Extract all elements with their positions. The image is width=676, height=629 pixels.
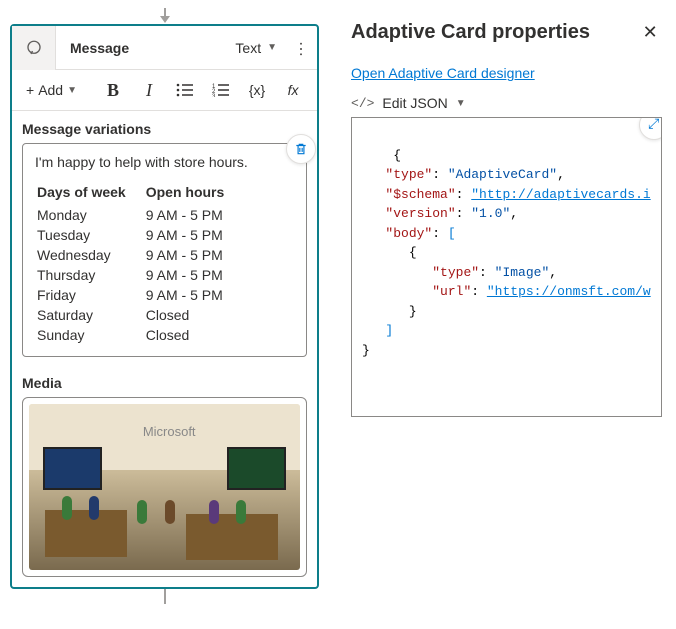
chevron-down-icon: ▼ xyxy=(267,42,277,53)
trash-icon xyxy=(294,142,308,156)
expand-button[interactable]: ⤢ xyxy=(639,117,662,140)
table-row: Tuesday9 AM - 5 PM xyxy=(37,226,242,244)
close-icon: ✕ xyxy=(643,22,658,42)
add-button[interactable]: + Add ▼ xyxy=(20,78,83,102)
editor-toolbar: + Add ▼ B I 123 {x} fx xyxy=(12,70,317,111)
svg-text:3: 3 xyxy=(212,94,216,97)
plus-icon: + xyxy=(26,82,34,98)
numbered-list-button[interactable]: 123 xyxy=(205,76,237,104)
image-text: Microsoft xyxy=(143,424,196,439)
chevron-down-icon: ▼ xyxy=(456,98,466,109)
col-days: Days of week xyxy=(37,182,144,204)
bold-button[interactable]: B xyxy=(97,76,129,104)
table-row: SaturdayClosed xyxy=(37,306,242,324)
flow-arrow-out xyxy=(10,589,319,605)
close-button[interactable]: ✕ xyxy=(639,18,662,47)
media-attachment[interactable]: Microsoft xyxy=(22,397,307,577)
list-number-icon: 123 xyxy=(212,83,230,97)
italic-button[interactable]: I xyxy=(133,76,165,104)
card-title: Message xyxy=(56,40,227,56)
bulleted-list-button[interactable] xyxy=(169,76,201,104)
message-icon xyxy=(12,26,56,70)
output-type-selector[interactable]: Text ▼ xyxy=(227,40,285,56)
flow-arrow-in xyxy=(10,8,319,24)
add-label: Add xyxy=(38,82,63,98)
variable-icon: {x} xyxy=(249,82,265,98)
variations-heading: Message variations xyxy=(12,111,317,143)
open-designer-link[interactable]: Open Adaptive Card designer xyxy=(351,65,535,81)
properties-panel: Adaptive Card properties ✕ Open Adaptive… xyxy=(329,0,676,629)
delete-variation-button[interactable] xyxy=(286,134,316,164)
message-card: Message Text ▼ ⋯ + Add ▼ B I 123 xyxy=(10,24,319,589)
media-heading: Media xyxy=(12,365,317,397)
message-variation[interactable]: I'm happy to help with store hours. Days… xyxy=(22,143,307,357)
edit-json-toggle[interactable]: </> Edit JSON ▼ xyxy=(351,95,662,111)
bold-icon: B xyxy=(107,80,119,101)
table-row: Thursday9 AM - 5 PM xyxy=(37,266,242,284)
more-button[interactable]: ⋯ xyxy=(285,26,317,70)
table-row: Wednesday9 AM - 5 PM xyxy=(37,246,242,264)
fx-icon: fx xyxy=(288,82,299,98)
type-label: Text xyxy=(235,40,261,56)
insert-variable-button[interactable]: {x} xyxy=(241,76,273,104)
json-editor[interactable]: ⤢{ "type": "AdaptiveCard", "$schema": "h… xyxy=(351,117,662,417)
chevron-down-icon: ▼ xyxy=(67,85,77,96)
message-node-panel: Message Text ▼ ⋯ + Add ▼ B I 123 xyxy=(0,0,329,629)
edit-json-label: Edit JSON xyxy=(382,95,447,111)
table-row: SundayClosed xyxy=(37,326,242,344)
message-intro: I'm happy to help with store hours. xyxy=(35,154,294,170)
expand-icon: ⤢ xyxy=(648,117,659,136)
formula-button[interactable]: fx xyxy=(277,76,309,104)
more-icon: ⋯ xyxy=(291,41,311,55)
panel-title: Adaptive Card properties xyxy=(351,21,590,44)
hours-table: Days of week Open hours Monday9 AM - 5 P… xyxy=(35,180,244,346)
code-icon: </> xyxy=(351,96,374,111)
card-header: Message Text ▼ ⋯ xyxy=(12,26,317,70)
italic-icon: I xyxy=(146,80,152,101)
store-image: Microsoft xyxy=(29,404,300,570)
table-row: Friday9 AM - 5 PM xyxy=(37,286,242,304)
table-row: Monday9 AM - 5 PM xyxy=(37,206,242,224)
col-hours: Open hours xyxy=(146,182,243,204)
list-bullet-icon xyxy=(176,83,194,97)
